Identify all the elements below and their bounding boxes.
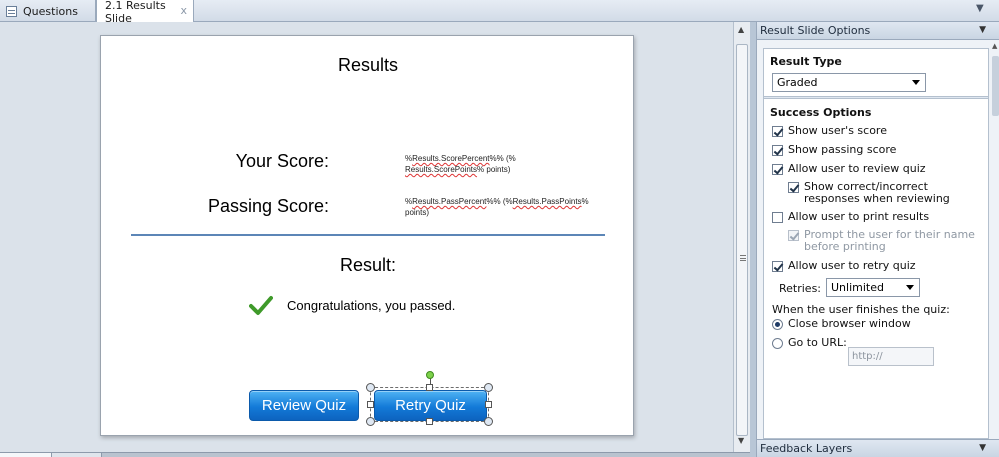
bottom-tab-strip	[0, 452, 750, 457]
resize-handle-nw[interactable]	[366, 383, 375, 392]
resize-handle-sw[interactable]	[366, 417, 375, 426]
score-var-suffix: %% (%	[489, 154, 516, 163]
score-var-token: Results.ScorePercent	[412, 154, 490, 163]
radio-go-to-url[interactable]	[772, 338, 783, 349]
finish-go-to-url[interactable]: Go to URL:	[772, 337, 847, 349]
panel-title: Result Slide Options	[760, 24, 871, 37]
resize-handle-se[interactable]	[484, 417, 493, 426]
pass-var-suffix: %	[581, 197, 589, 206]
retries-label: Retries:	[779, 282, 822, 295]
panel-scrollbar-thumb[interactable]	[992, 56, 999, 116]
bottom-tab-1[interactable]	[0, 453, 52, 457]
passing-score-label[interactable]: Passing Score:	[181, 196, 329, 217]
checkbox-show-score[interactable]	[772, 126, 783, 137]
result-type-heading: Result Type	[770, 55, 842, 68]
score-variable-line-2: Results.ScorePoints% points)	[405, 164, 605, 175]
result-type-value: Graded	[777, 76, 818, 89]
option-label: Allow user to print results	[788, 210, 930, 223]
option-label: Allow user to review quiz	[788, 162, 926, 175]
option-show-score[interactable]: Show user's score	[772, 125, 887, 137]
review-quiz-button[interactable]: Review Quiz	[249, 390, 359, 421]
selection-outline	[370, 387, 489, 422]
slide-canvas-area: Results Your Score: %Results.ScorePercen…	[0, 22, 733, 452]
option-prompt-name: Prompt the user for their name before pr…	[788, 229, 984, 253]
chevron-down-icon	[912, 80, 920, 85]
checkbox-allow-retry[interactable]	[772, 261, 783, 272]
result-slide-options-panel: Result Slide Options ▼ Result Type Grade…	[756, 22, 999, 457]
checkbox-allow-review[interactable]	[772, 164, 783, 175]
radio-label: Close browser window	[788, 317, 911, 330]
resize-handle-e[interactable]	[485, 401, 492, 408]
your-score-label[interactable]: Your Score:	[201, 151, 329, 172]
chevron-down-icon[interactable]: ▼	[979, 25, 986, 35]
pass-var-mid: %% (%	[486, 197, 513, 206]
success-message[interactable]: Congratulations, you passed.	[287, 298, 455, 313]
retries-value: Unlimited	[831, 281, 884, 294]
finish-close-browser[interactable]: Close browser window	[772, 318, 911, 330]
radio-close-browser[interactable]	[772, 319, 783, 330]
finish-label: When the user finishes the quiz:	[772, 303, 950, 316]
feedback-layers-title: Feedback Layers	[760, 442, 853, 455]
grip-icon	[740, 255, 746, 261]
option-label: Show user's score	[788, 124, 887, 137]
chevron-down-icon	[906, 285, 914, 290]
option-show-passing-score[interactable]: Show passing score	[772, 144, 896, 156]
slide-title[interactable]: Results	[101, 55, 635, 76]
chevron-down-icon[interactable]: ▼	[976, 3, 984, 14]
option-show-correct-incorrect[interactable]: Show correct/incorrect responses when re…	[788, 181, 984, 205]
panel-header[interactable]: Result Slide Options ▼	[757, 22, 999, 40]
scroll-down-icon[interactable]: ▼	[738, 436, 744, 445]
checkbox-prompt-name	[788, 230, 799, 241]
rotate-handle-icon[interactable]	[426, 371, 434, 379]
results-slide[interactable]: Results Your Score: %Results.ScorePercen…	[100, 35, 634, 436]
bottom-tab-2[interactable]	[52, 453, 102, 457]
score-variable-text[interactable]: %Results.ScorePercent%% (% Results.Score…	[405, 153, 605, 175]
tab-results-slide[interactable]: 2.1 Results Slide x	[96, 0, 194, 25]
scroll-up-icon[interactable]: ▲	[992, 42, 997, 50]
retries-dropdown[interactable]: Unlimited	[826, 278, 920, 297]
option-allow-retry[interactable]: Allow user to retry quiz	[772, 260, 916, 272]
checkbox-show-correct-incorrect[interactable]	[788, 182, 799, 193]
panel-scrollbar[interactable]: ▲	[991, 40, 999, 442]
option-label: Show passing score	[788, 143, 897, 156]
slide-divider[interactable]	[131, 234, 605, 236]
checkbox-allow-print[interactable]	[772, 212, 783, 223]
tab-questions[interactable]: Questions	[0, 0, 96, 22]
questions-tab-icon	[6, 5, 17, 17]
pass-variable-line-2: points)	[405, 208, 430, 217]
document-tab-strip: Questions 2.1 Results Slide x ▼	[0, 0, 999, 25]
scrollbar-thumb[interactable]	[736, 44, 748, 436]
score-points-token: Results.ScorePoints	[405, 165, 478, 174]
checkbox-show-passing-score[interactable]	[772, 145, 783, 156]
tab-questions-label: Questions	[23, 4, 78, 18]
chevron-down-icon[interactable]: ▼	[979, 443, 986, 453]
section-separator	[764, 96, 988, 99]
option-allow-print[interactable]: Allow user to print results	[772, 211, 929, 223]
resize-handle-ne[interactable]	[484, 383, 493, 392]
pass-points-token: Results.PassPoints	[512, 197, 582, 206]
panel-body: Result Type Graded Success Options Show …	[763, 48, 989, 439]
pass-variable-text[interactable]: % Results.PassPercent%% (%Results.PassPoi…	[405, 196, 605, 218]
option-label: Show correct/incorrect responses when re…	[804, 180, 950, 205]
score-variable-line-1: %Results.ScorePercent%% (%	[405, 153, 605, 164]
scroll-up-icon[interactable]: ▲	[738, 25, 744, 34]
radio-label: Go to URL:	[788, 336, 847, 349]
result-type-dropdown[interactable]: Graded	[772, 73, 926, 92]
resize-handle-n[interactable]	[426, 384, 433, 391]
canvas-vertical-scrollbar[interactable]: ▲ ▼	[733, 22, 750, 452]
option-label: Prompt the user for their name before pr…	[804, 228, 975, 253]
result-label[interactable]: Result:	[101, 255, 635, 276]
checkmark-icon	[249, 296, 273, 315]
resize-handle-s[interactable]	[426, 418, 433, 425]
pass-variable-line-1: % Results.PassPercent%% (%Results.PassPoi…	[405, 196, 605, 207]
resize-handle-w[interactable]	[367, 401, 374, 408]
success-options-heading: Success Options	[770, 106, 872, 119]
pass-var-token: Results.PassPercent	[412, 197, 487, 206]
url-input: http://	[848, 347, 934, 366]
close-icon[interactable]: x	[180, 4, 187, 17]
option-label: Allow user to retry quiz	[788, 259, 916, 272]
option-allow-review[interactable]: Allow user to review quiz	[772, 163, 926, 175]
feedback-layers-header[interactable]: Feedback Layers ▼	[757, 439, 999, 457]
score-points-suffix: % points)	[477, 165, 511, 174]
